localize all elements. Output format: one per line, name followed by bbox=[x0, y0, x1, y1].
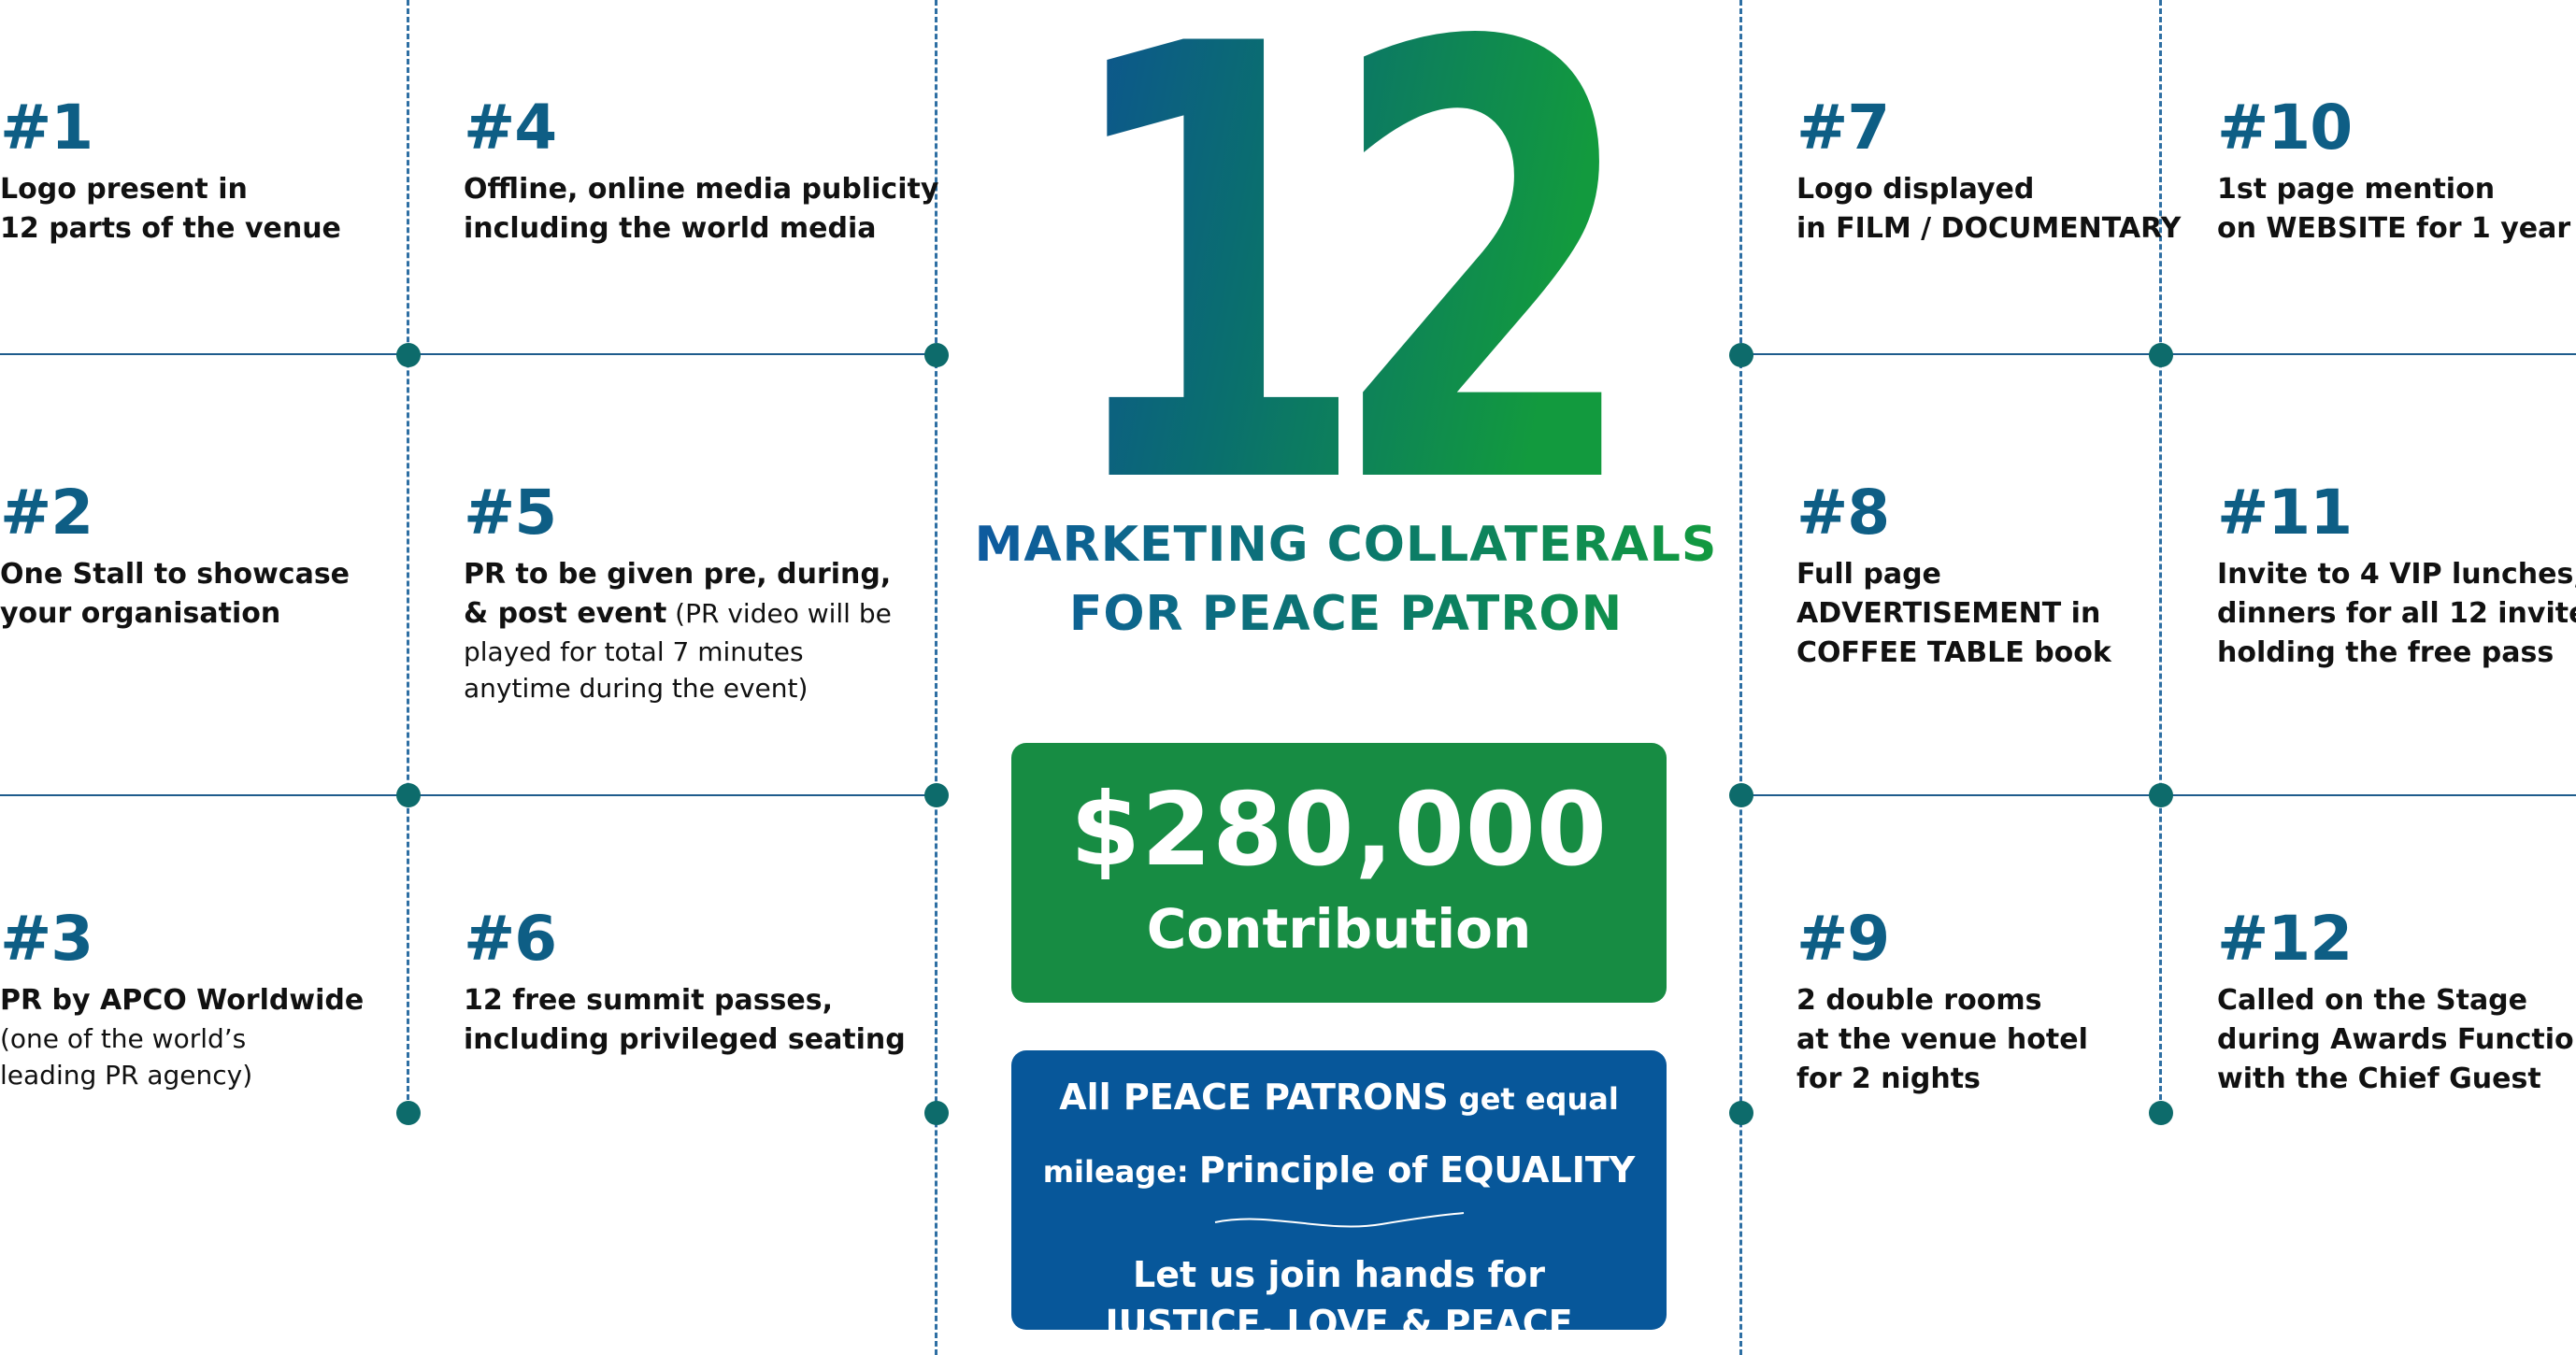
grid-line-left-2 bbox=[0, 794, 937, 796]
item-text: One Stall to showcase bbox=[0, 558, 351, 591]
equality-line-2: mileage: Principle of EQUALITY bbox=[1011, 1146, 1667, 1196]
item-text: Invite to 4 VIP lunches, & bbox=[2217, 558, 2576, 591]
join-hands-line-2: JUSTICE, LOVE & PEACE bbox=[1105, 1303, 1573, 1344]
collaterals-title-line-2: FOR PEACE PATRON bbox=[972, 583, 1720, 645]
grid-dot bbox=[924, 343, 949, 367]
contribution-box: $280,000 Contribution bbox=[1011, 743, 1667, 1003]
item-text: Called on the Stage bbox=[2217, 984, 2528, 1017]
collateral-item-5: #5 PR to be given pre, during, & post ev… bbox=[464, 482, 892, 706]
big-number-12: 12 bbox=[1056, 0, 1617, 486]
item-text: 1st page mention bbox=[2217, 173, 2496, 206]
item-text: PR to be given pre, during, bbox=[464, 558, 892, 591]
item-text: including privileged seating bbox=[464, 1023, 906, 1056]
item-number: #4 bbox=[464, 92, 557, 164]
contribution-label: Contribution bbox=[1146, 897, 1532, 961]
item-text: Logo present in bbox=[0, 173, 248, 206]
item-text: 2 double rooms bbox=[1796, 984, 2042, 1017]
item-text: for 2 nights bbox=[1796, 1063, 1981, 1095]
item-text: including the world media bbox=[464, 212, 877, 245]
grid-dot bbox=[1729, 343, 1753, 367]
equality-text: mileage: bbox=[1042, 1154, 1199, 1190]
item-text: with the Chief Guest bbox=[2217, 1063, 2541, 1095]
grid-dot bbox=[2149, 1101, 2173, 1125]
item-number: #2 bbox=[0, 477, 93, 549]
collateral-item-9: #9 2 double rooms at the venue hotel for… bbox=[1796, 908, 2088, 1099]
item-text: 12 free summit passes, bbox=[464, 984, 834, 1017]
grid-dot bbox=[396, 343, 421, 367]
collaterals-title-line-1: MARKETING COLLATERALS bbox=[972, 514, 1720, 576]
item-subtext: (one of the world’s bbox=[0, 1023, 247, 1054]
item-number: #3 bbox=[0, 903, 93, 975]
collateral-item-1: #1 Logo present in 12 parts of the venue bbox=[0, 97, 341, 249]
item-number: #5 bbox=[464, 477, 557, 549]
equality-emphasis: Principle of EQUALITY bbox=[1198, 1149, 1636, 1191]
item-subtext: anytime during the event) bbox=[464, 673, 809, 704]
item-number: #11 bbox=[2217, 477, 2353, 549]
grid-dot bbox=[1729, 1101, 1753, 1125]
item-text: & post event bbox=[464, 597, 667, 630]
item-number: #10 bbox=[2217, 92, 2353, 164]
grid-dot bbox=[2149, 783, 2173, 807]
item-subtext: played for total 7 minutes bbox=[464, 636, 804, 667]
collateral-item-6: #6 12 free summit passes, including priv… bbox=[464, 908, 906, 1060]
grid-vline-3 bbox=[1739, 0, 1742, 1355]
collateral-item-7: #7 Logo displayed in FILM / DOCUMENTARY bbox=[1796, 97, 2181, 249]
equality-line-1: All PEACE PATRONS get equal bbox=[1011, 1073, 1667, 1123]
collateral-item-4: #4 Offline, online media publicity inclu… bbox=[464, 97, 938, 249]
grid-dot bbox=[1729, 783, 1753, 807]
item-number: #12 bbox=[2217, 903, 2353, 975]
item-text: on WEBSITE for 1 year bbox=[2217, 212, 2571, 245]
item-text: your organisation bbox=[0, 597, 281, 630]
item-number: #7 bbox=[1796, 92, 1890, 164]
collateral-item-2: #2 One Stall to showcase your organisati… bbox=[0, 482, 350, 634]
item-subtext: leading PR agency) bbox=[0, 1060, 253, 1091]
grid-dot bbox=[396, 783, 421, 807]
item-text: COFFEE TABLE book bbox=[1796, 636, 2111, 669]
collateral-item-12: #12 Called on the Stage during Awards Fu… bbox=[2217, 908, 2576, 1099]
big-number-text: 12 bbox=[1056, 0, 1602, 486]
wave-divider bbox=[1214, 1212, 1464, 1228]
join-hands-line-1: Let us join hands for bbox=[1133, 1254, 1545, 1295]
grid-vline-1 bbox=[407, 0, 409, 1117]
item-text: during Awards Function bbox=[2217, 1023, 2576, 1056]
item-number: #6 bbox=[464, 903, 557, 975]
item-text: Full page bbox=[1796, 558, 1941, 591]
grid-line-left-1 bbox=[0, 353, 937, 355]
item-text: Logo displayed bbox=[1796, 173, 2035, 206]
collateral-item-11: #11 Invite to 4 VIP lunches, & dinners f… bbox=[2217, 482, 2576, 673]
grid-dot bbox=[924, 1101, 949, 1125]
equality-text: get equal bbox=[1448, 1081, 1619, 1117]
contribution-amount: $280,000 bbox=[1069, 772, 1609, 889]
item-number: #1 bbox=[0, 92, 93, 164]
item-text: dinners for all 12 invitees bbox=[2217, 597, 2576, 630]
collateral-item-3: #3 PR by APCO Worldwide (one of the worl… bbox=[0, 908, 364, 1093]
item-text: 12 parts of the venue bbox=[0, 212, 341, 245]
item-text: ADVERTISEMENT in bbox=[1796, 597, 2101, 630]
collateral-item-8: #8 Full page ADVERTISEMENT in COFFEE TAB… bbox=[1796, 482, 2111, 673]
equality-emphasis: All PEACE PATRONS bbox=[1059, 1077, 1449, 1118]
grid-dot bbox=[2149, 343, 2173, 367]
grid-dot bbox=[924, 783, 949, 807]
item-text: PR by APCO Worldwide bbox=[0, 984, 365, 1017]
equality-box: All PEACE PATRONS get equal mileage: Pri… bbox=[1011, 1050, 1667, 1344]
item-text-line: & post event (PR video will be bbox=[464, 594, 892, 634]
grid-dot bbox=[396, 1101, 421, 1125]
item-text: Offline, online media publicity bbox=[464, 173, 939, 206]
item-text: in FILM / DOCUMENTARY bbox=[1796, 212, 2182, 245]
collateral-item-10: #10 1st page mention on WEBSITE for 1 ye… bbox=[2217, 97, 2570, 249]
item-number: #8 bbox=[1796, 477, 1890, 549]
item-text: holding the free pass bbox=[2217, 636, 2555, 669]
item-text: at the venue hotel bbox=[1796, 1023, 2088, 1056]
item-number: #9 bbox=[1796, 903, 1890, 975]
item-subtext: (PR video will be bbox=[666, 598, 892, 629]
